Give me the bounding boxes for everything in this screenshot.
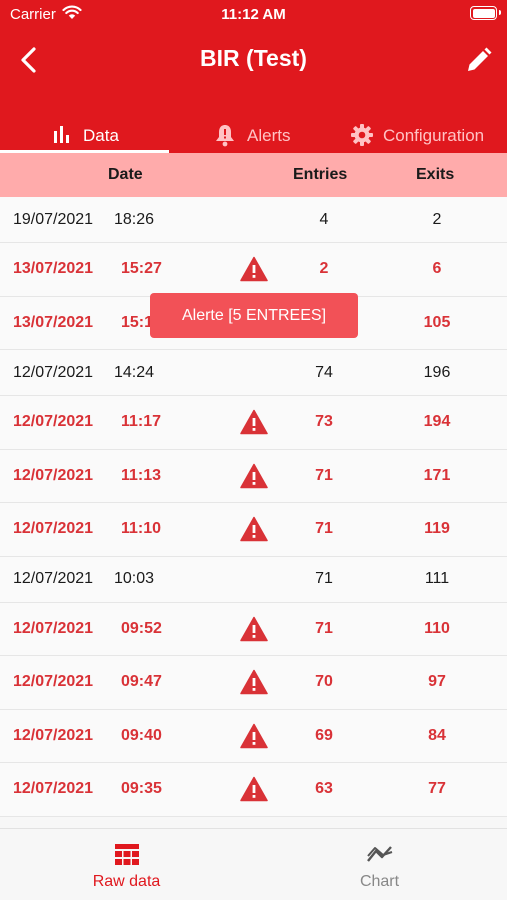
cell-date: 12/07/2021 <box>13 466 94 484</box>
table-row[interactable]: 12/07/2021 14:24 74 196 <box>0 350 507 396</box>
warning-icon[interactable] <box>240 669 268 695</box>
cell-date: 12/07/2021 <box>13 673 94 691</box>
table-header: Date Entries Exits <box>0 153 507 197</box>
column-header-date: Date <box>108 166 143 183</box>
cell-entries: 71 <box>315 619 333 637</box>
cell-time: 11:17 <box>121 413 162 431</box>
cell-date: 12/07/2021 <box>13 570 94 587</box>
nav-raw-data[interactable]: Raw data <box>0 829 253 900</box>
cell-exits: 2 <box>432 210 442 228</box>
cell-time: 10:03 <box>114 570 155 587</box>
table-row-alert[interactable]: 12/07/2021 09:35 63 77 <box>0 763 507 817</box>
cell-entries: 2 <box>319 260 329 278</box>
cell-date: 19/07/2021 <box>13 210 94 228</box>
cell-time: 15:1 <box>121 313 154 331</box>
edit-button[interactable] <box>463 44 493 76</box>
status-bar: Carrier 11:12 AM <box>0 0 507 28</box>
warning-icon[interactable] <box>240 723 268 749</box>
cell-date: 12/07/2021 <box>13 780 94 798</box>
cell-time: 11:13 <box>121 466 162 484</box>
table-row[interactable]: 12/07/2021 10:03 71 111 <box>0 556 507 603</box>
bell-icon <box>216 125 234 147</box>
warning-icon[interactable] <box>240 463 268 489</box>
column-header-entries: Entries <box>293 166 348 183</box>
cell-entries: 63 <box>315 780 333 798</box>
nav-chart[interactable]: Chart <box>253 829 506 900</box>
alert-tooltip: Alerte [5 ENTREES] <box>150 293 358 338</box>
cell-exits: 196 <box>423 363 451 381</box>
line-chart-icon <box>366 846 392 862</box>
cell-time: 15:27 <box>121 260 162 278</box>
bar-chart-icon <box>54 126 69 143</box>
cell-exits: 84 <box>428 726 446 744</box>
nav-raw-data-label: Raw data <box>92 873 161 890</box>
table-row-alert[interactable]: 12/07/2021 11:17 73 194 <box>0 396 507 450</box>
cell-time: 09:40 <box>121 726 162 744</box>
nav-chart-label: Chart <box>359 873 400 890</box>
cell-time: 09:52 <box>121 619 162 637</box>
column-header-exits: Exits <box>416 166 455 183</box>
data-table: 19/07/2021 18:26 4 2 13/07/2021 15:27 2 6 13/07/… <box>0 197 507 817</box>
table-row-alert[interactable]: 12/07/2021 09:52 71 110 <box>0 602 507 656</box>
cell-time: 09:35 <box>121 780 162 798</box>
tab-data-label: Data <box>83 126 119 145</box>
tab-data[interactable]: Data <box>0 115 169 153</box>
battery-icon <box>470 6 501 20</box>
table-row[interactable]: 19/07/2021 18:26 4 2 <box>0 197 507 243</box>
cell-entries: 70 <box>315 673 333 691</box>
cell-exits: 77 <box>428 780 446 798</box>
warning-icon[interactable] <box>240 776 268 802</box>
cell-entries: 4 <box>319 210 329 228</box>
cell-exits: 194 <box>423 413 451 431</box>
table-icon <box>114 844 139 865</box>
warning-icon[interactable] <box>240 516 268 542</box>
cell-date: 13/07/2021 <box>13 260 94 278</box>
pencil-icon <box>468 47 492 71</box>
table-row-alert[interactable]: 12/07/2021 11:10 71 119 <box>0 503 507 557</box>
cell-date: 12/07/2021 <box>13 726 94 744</box>
tab-configuration[interactable]: Configuration <box>338 115 507 153</box>
page-title: BIR (Test) <box>200 45 307 71</box>
cell-date: 12/07/2021 <box>13 619 94 637</box>
cell-exits: 171 <box>423 466 451 484</box>
warning-icon[interactable] <box>240 616 268 642</box>
tab-configuration-label: Configuration <box>383 126 485 145</box>
cell-date: 13/07/2021 <box>13 313 94 331</box>
status-time: 11:12 AM <box>221 6 286 23</box>
table-row-alert[interactable]: 13/07/2021 15:27 2 6 <box>0 243 507 297</box>
cell-exits: 97 <box>428 673 446 691</box>
app-header: Carrier 11:12 AM BIR (Test) Data Alerts … <box>0 0 507 153</box>
tab-bar: Data Alerts Configuration <box>0 115 507 153</box>
cell-date: 12/07/2021 <box>13 413 94 431</box>
table-row-alert[interactable]: 12/07/2021 09:47 70 97 <box>0 656 507 710</box>
cell-date: 12/07/2021 <box>13 520 94 538</box>
cell-entries: 73 <box>315 413 333 431</box>
cell-entries: 71 <box>315 570 333 587</box>
table-row-alert[interactable]: 12/07/2021 09:40 69 84 <box>0 709 507 763</box>
cell-time: 11:10 <box>121 520 162 538</box>
cell-time: 09:47 <box>121 673 162 691</box>
cell-date: 12/07/2021 <box>13 363 94 381</box>
cell-entries: 71 <box>315 520 333 538</box>
table-row-alert[interactable]: 12/07/2021 11:13 71 171 <box>0 449 507 503</box>
gear-icon <box>351 124 373 146</box>
bottom-nav: Raw data Chart <box>0 828 507 900</box>
cell-exits: 119 <box>424 520 450 538</box>
tab-alerts[interactable]: Alerts <box>169 115 338 153</box>
cell-exits: 111 <box>424 570 450 587</box>
cell-entries: 74 <box>315 363 333 381</box>
tab-alerts-label: Alerts <box>247 126 291 145</box>
cell-entries: 69 <box>315 726 333 744</box>
cell-exits: 6 <box>432 260 442 278</box>
cell-time: 14:24 <box>114 363 155 381</box>
cell-time: 18:26 <box>114 210 155 228</box>
cell-entries: 71 <box>315 466 333 484</box>
warning-icon[interactable] <box>240 256 268 282</box>
cell-exits: 105 <box>423 313 451 331</box>
warning-icon[interactable] <box>240 409 268 435</box>
cell-exits: 110 <box>424 619 450 637</box>
